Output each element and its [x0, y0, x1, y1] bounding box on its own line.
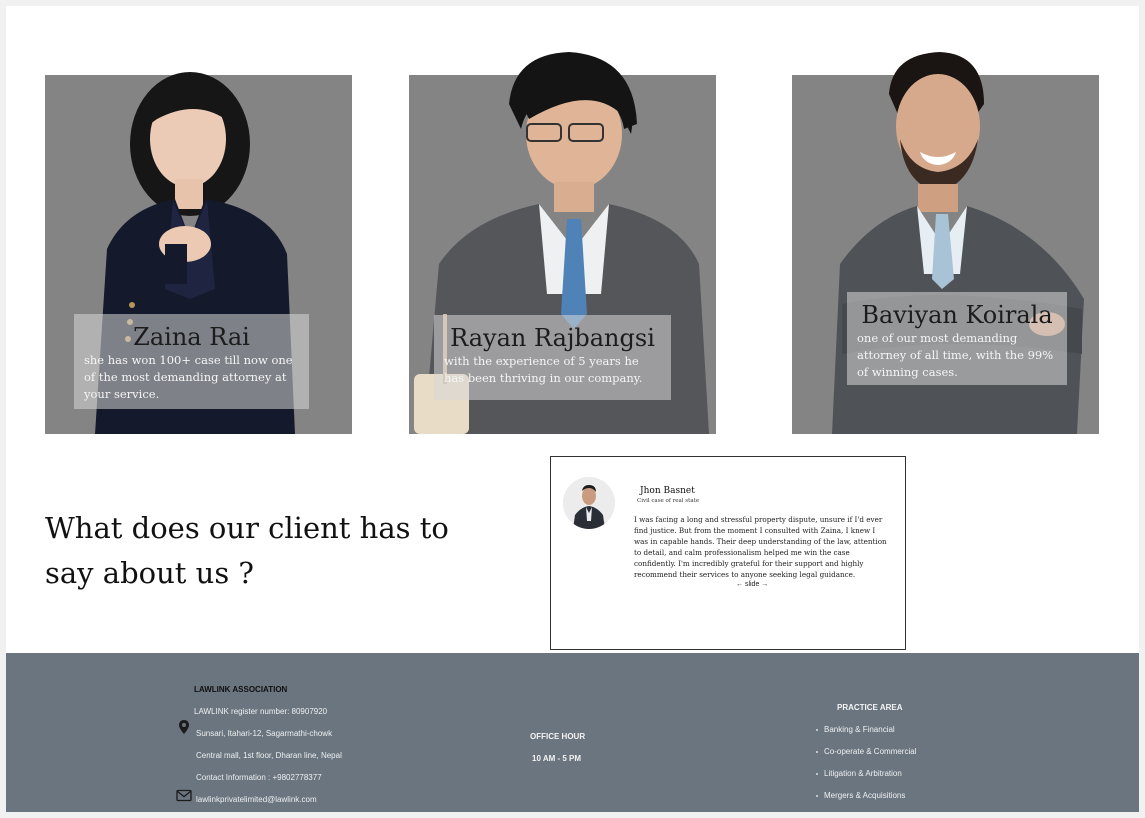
- attorney-description: one of our most demanding attorney of al…: [857, 331, 1054, 379]
- slide-control[interactable]: ← slide →: [736, 581, 768, 588]
- client-role: Civil case of real state: [637, 498, 700, 504]
- attorney-name: Baviyan Koirala: [861, 301, 1053, 329]
- testimonials-heading: What does our client has to say about us…: [45, 511, 449, 590]
- bullet-icon: [816, 772, 818, 775]
- attorney-overlay: Rayan Rajbangsi with the experience of 5…: [434, 315, 671, 400]
- attorney-card-baviyan[interactable]: Baviyan Koirala one of our most demandin…: [792, 52, 1099, 434]
- practice-area-label: PRACTICE AREA: [837, 703, 903, 712]
- attorney-overlay: Baviyan Koirala one of our most demandin…: [847, 292, 1067, 385]
- client-name: Jhon Basnet: [640, 486, 695, 496]
- attorney-card-zaina[interactable]: Zaina Rai she has won 100+ case till now…: [45, 72, 352, 434]
- bullet-icon: [816, 728, 818, 731]
- practice-area-item[interactable]: Banking & Financial: [816, 725, 895, 734]
- page: Zaina Rai she has won 100+ case till now…: [6, 6, 1139, 812]
- testimonial-card: Jhon Basnet Civil case of real state I w…: [550, 456, 906, 650]
- client-avatar: [563, 477, 615, 529]
- attorney-description: with the experience of 5 years he has be…: [444, 354, 643, 385]
- footer-address-line-1: Sunsari, Itahari-12, Sagarmathi-chowk: [196, 729, 333, 738]
- attorney-name: Zaina Rai: [133, 323, 250, 351]
- attorney-card-rayan[interactable]: Rayan Rajbangsi with the experience of 5…: [409, 52, 716, 434]
- footer-register: LAWLINK register number: 80907920: [194, 707, 328, 716]
- footer: LAWLINK ASSOCIATION LAWLINK register num…: [6, 653, 1139, 812]
- practice-area-label-text: Mergers & Acquisitions: [824, 791, 906, 800]
- location-pin-icon: [179, 720, 189, 734]
- footer-association: LAWLINK ASSOCIATION: [194, 685, 288, 694]
- practice-area-item[interactable]: Co-operate & Commercial: [816, 747, 916, 756]
- testimonial-quote: I was facing a long and stressful proper…: [634, 515, 887, 579]
- footer-email-link[interactable]: lawlinkprivatelimited@lawlink.com: [196, 795, 317, 804]
- attorney-name: Rayan Rajbangsi: [450, 324, 655, 352]
- office-hours: 10 AM - 5 PM: [532, 754, 582, 763]
- office-hour-label: OFFICE HOUR: [530, 732, 586, 741]
- practice-area-label-text: Banking & Financial: [824, 725, 895, 734]
- attorney-overlay: Zaina Rai she has won 100+ case till now…: [74, 314, 309, 409]
- practice-area-item[interactable]: Litigation & Arbitration: [816, 769, 902, 778]
- footer-contact: Contact Information : +9802778377: [196, 773, 322, 782]
- practice-area-item[interactable]: Mergers & Acquisitions: [816, 791, 905, 800]
- bullet-icon: [816, 750, 818, 753]
- attorney-description: she has won 100+ case till now one of th…: [84, 353, 293, 401]
- practice-area-label-text: Co-operate & Commercial: [824, 747, 917, 756]
- footer-address-line-2: Central mall, 1st floor, Dharan line, Ne…: [196, 751, 342, 760]
- mail-icon: [176, 789, 192, 802]
- bullet-icon: [816, 794, 818, 797]
- practice-area-label-text: Litigation & Arbitration: [824, 769, 902, 778]
